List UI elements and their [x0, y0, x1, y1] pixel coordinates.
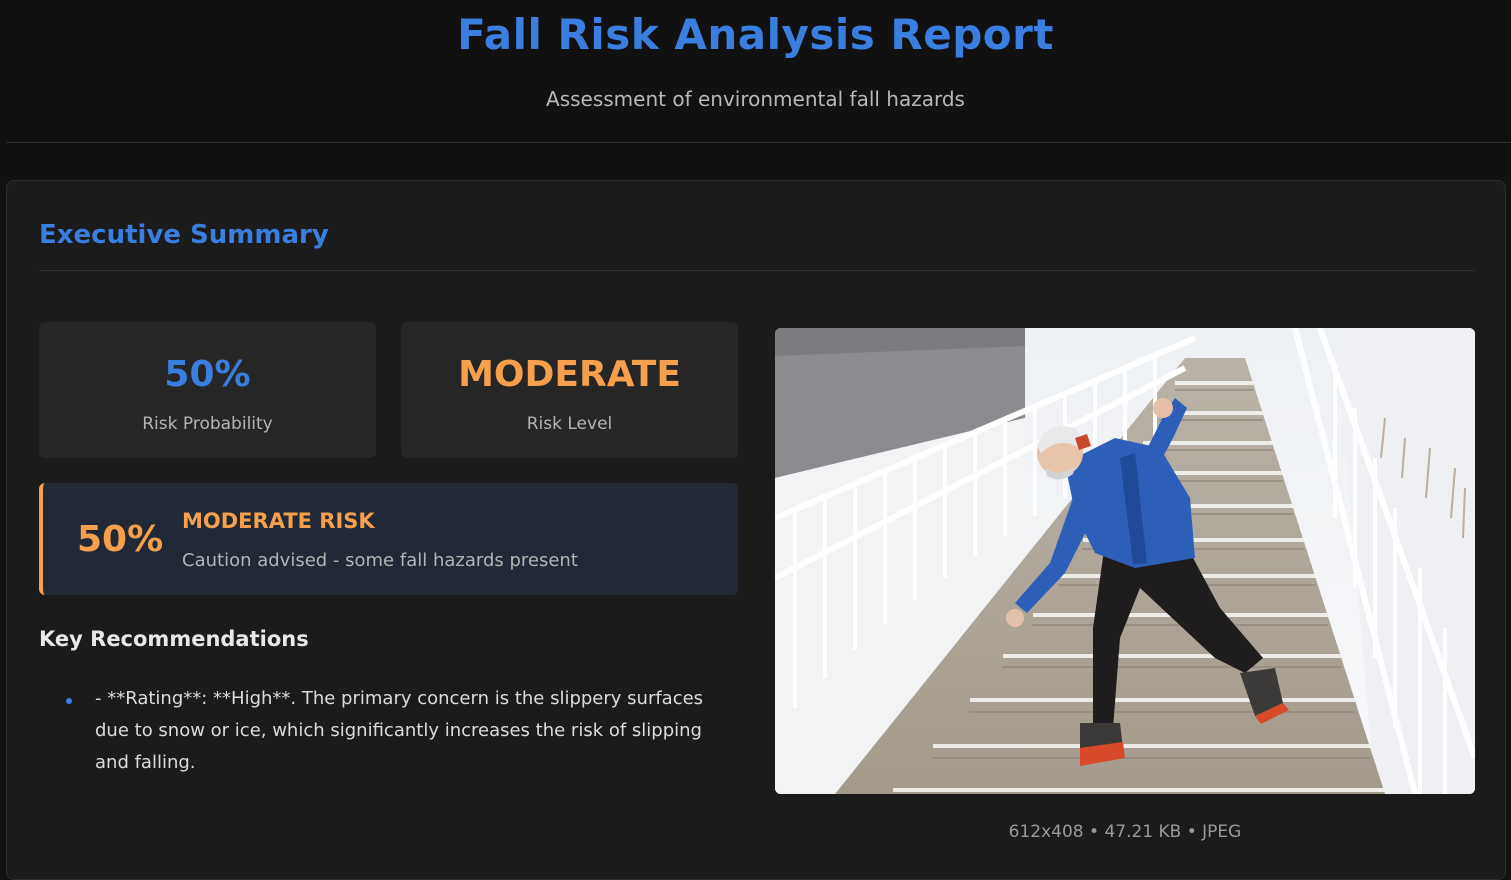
- image-metadata: 612x408 • 47.21 KB • JPEG: [1008, 822, 1242, 842]
- risk-level-value: MODERATE: [458, 354, 681, 395]
- executive-summary-panel: Executive Summary 50% Risk Probability M…: [6, 180, 1506, 880]
- report-header: Fall Risk Analysis Report Assessment of …: [0, 0, 1511, 143]
- risk-banner-percent: 50%: [77, 519, 164, 560]
- risk-banner-title: MODERATE RISK: [182, 509, 375, 533]
- risk-banner-description: Caution advised - some fall hazards pres…: [182, 550, 578, 571]
- recommendation-text: - **Rating**: **High**. The primary conc…: [95, 688, 704, 773]
- risk-level-card: MODERATE Risk Level: [401, 322, 738, 458]
- page-subtitle: Assessment of environmental fall hazards: [546, 87, 965, 111]
- recommendations-heading: Key Recommendations: [39, 627, 309, 651]
- risk-probability-label: Risk Probability: [142, 414, 273, 434]
- section-title: Executive Summary: [39, 220, 329, 250]
- page-title: Fall Risk Analysis Report: [457, 10, 1054, 59]
- header-divider: [6, 142, 1511, 143]
- recommendation-item: - **Rating**: **High**. The primary conc…: [63, 683, 723, 779]
- section-divider: [39, 270, 1475, 271]
- risk-probability-card: 50% Risk Probability: [39, 322, 376, 458]
- risk-probability-value: 50%: [164, 354, 251, 395]
- recommendations-list: - **Rating**: **High**. The primary conc…: [63, 683, 723, 779]
- risk-banner: 50% MODERATE RISK Caution advised - some…: [39, 483, 738, 595]
- dot-bullet-icon: [66, 698, 72, 704]
- risk-level-label: Risk Level: [526, 414, 613, 434]
- analyzed-photo: [775, 328, 1475, 794]
